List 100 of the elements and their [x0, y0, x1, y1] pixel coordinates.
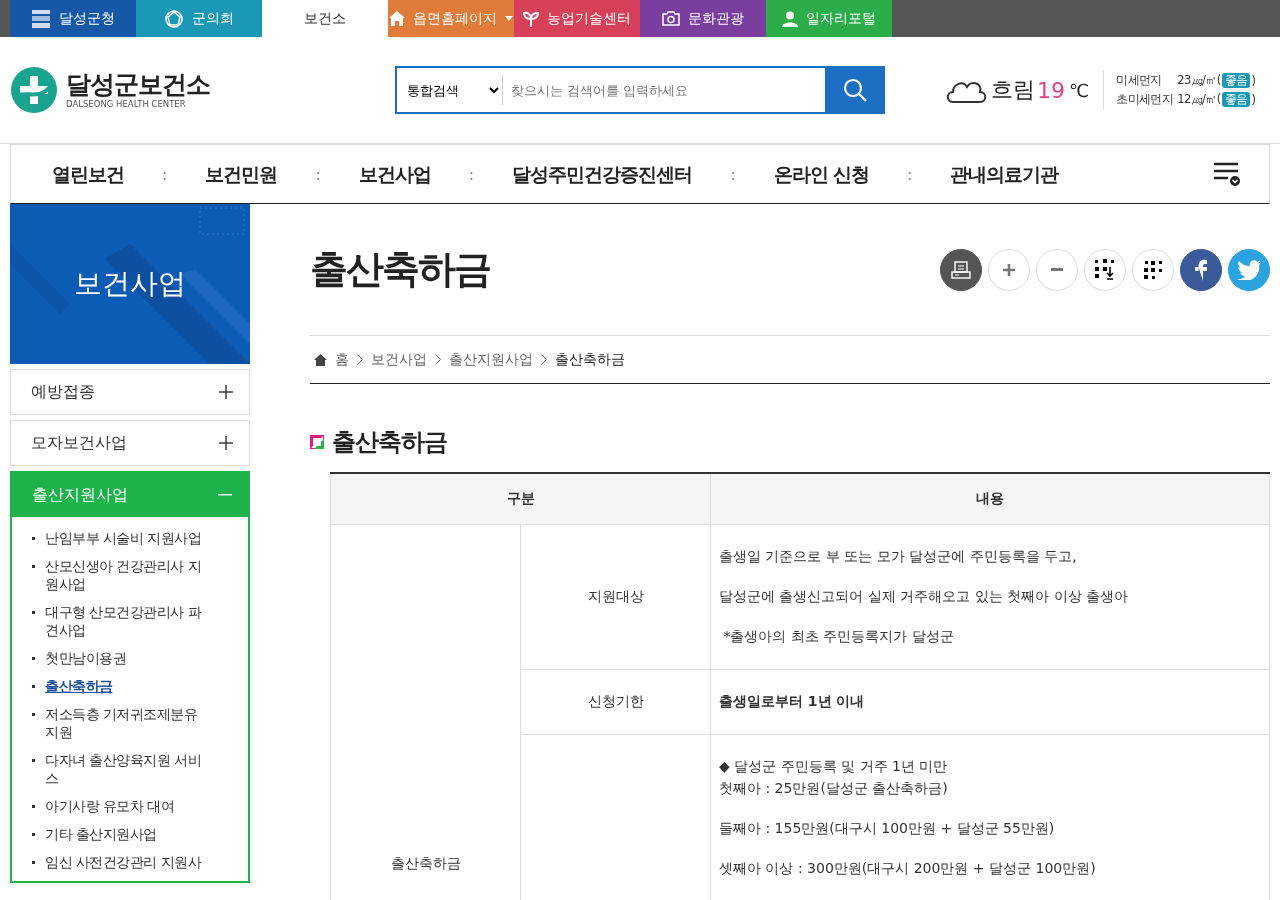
- section-title: 출산축하금: [332, 427, 447, 458]
- menu-icon: [1213, 161, 1241, 187]
- breadcrumb-link[interactable]: 출산지원사업: [449, 350, 533, 369]
- search-button[interactable]: [825, 66, 885, 114]
- sidebar-title: 보건사업: [74, 266, 186, 302]
- section-marker-icon: [310, 435, 324, 449]
- dust-paren: ): [1251, 92, 1256, 107]
- submenu-link[interactable]: 기타 출산지원사업: [45, 825, 205, 843]
- dust-grade-badge: 좋음: [1221, 73, 1251, 88]
- breadcrumb-link[interactable]: 홈: [335, 350, 349, 369]
- bullet-icon: [32, 611, 35, 614]
- nav-link[interactable]: 열린보건: [52, 161, 124, 187]
- dust-reading: 12㎍/㎥(: [1177, 92, 1221, 107]
- submenu-link[interactable]: 임신 사전건강관리 지원사: [45, 853, 205, 871]
- table-cell-text: 출생일로부터 1년 이내: [719, 692, 866, 711]
- person-icon: [782, 10, 798, 27]
- home-icon: [389, 11, 405, 26]
- nav-separator: :: [162, 164, 168, 184]
- site-tab-label: 문화관광: [688, 9, 744, 28]
- table-cell-text: 셋째아 이상 : 300만원(대구시 200만원 + 달성군 100만원): [719, 859, 1097, 878]
- submenu-link[interactable]: 첫만남이용권: [45, 649, 205, 667]
- bullet-icon: [32, 805, 35, 808]
- twitter-button[interactable]: [1228, 248, 1270, 291]
- dust-grade-badge: 좋음: [1221, 92, 1251, 107]
- facebook-button[interactable]: [1180, 248, 1222, 291]
- site-tab-label: 보건소: [304, 9, 346, 28]
- chevron-right-icon: [435, 354, 441, 365]
- camera-icon: [662, 11, 680, 26]
- nav-link[interactable]: 보건민원: [205, 161, 278, 187]
- minus-icon: [1051, 268, 1063, 271]
- braille-icon: [1143, 259, 1163, 280]
- plus-icon: [219, 385, 233, 399]
- submenu-link[interactable]: 아기사랑 유모차 대여: [45, 797, 205, 815]
- breadcrumb-link[interactable]: 보건사업: [371, 350, 427, 369]
- submenu-link[interactable]: 저소득층 기저귀조제분유 지원: [45, 705, 205, 741]
- bird-icon: [1237, 259, 1261, 280]
- seal-icon: [164, 8, 184, 29]
- site-tab-label: 농업기술센터: [547, 9, 631, 28]
- sidebar-menu-label: 출산지원사업: [32, 484, 128, 506]
- column-header: 구분: [330, 473, 711, 525]
- table-cell-text: 달성군에 출생신고되어 실제 거주해오고 있는 첫째아 이상 출생아: [719, 587, 1130, 606]
- temperature-unit: ℃: [1069, 79, 1090, 101]
- temperature: 19: [1037, 77, 1065, 103]
- bullet-icon: [32, 657, 35, 660]
- bullet-icon: [32, 759, 35, 762]
- site-tab[interactable]: 농업기술센터: [514, 0, 640, 37]
- minus-icon: [218, 494, 232, 496]
- breadcrumb-link[interactable]: 출산축하금: [555, 350, 625, 369]
- page-title: 출산축하금: [310, 246, 490, 293]
- site-tab[interactable]: 보건소: [262, 0, 388, 37]
- dust-label: 미세먼지: [1116, 73, 1163, 88]
- menu-button[interactable]: [1213, 161, 1241, 187]
- nav-separator: :: [730, 164, 736, 184]
- submenu-link[interactable]: 산모신생아 건강관리사 지원사업: [45, 557, 205, 593]
- weather-condition: 흐림: [991, 76, 1035, 104]
- bullet-icon: [32, 685, 35, 688]
- nav-link[interactable]: 온라인 신청: [773, 161, 869, 187]
- print-button[interactable]: [940, 248, 982, 291]
- submenu-link[interactable]: 대구형 산모건강관리사 파견사업: [45, 603, 205, 639]
- logo-icon: [10, 66, 58, 114]
- table-cell-text: 출생일 기준으로 부 또는 모가 달성군에 주민등록을 두고,: [719, 547, 1078, 566]
- chevron-right-icon: [357, 354, 363, 365]
- bullet-icon: [32, 713, 35, 716]
- zoom-in-button[interactable]: [988, 248, 1030, 291]
- plus-icon: [1003, 263, 1015, 276]
- nav-link[interactable]: 관내의료기관: [950, 161, 1059, 187]
- sidebar-menu-label: 예방접종: [31, 381, 95, 403]
- table-cell-text: *출생아의 최초 주민등록지가 달성군: [722, 627, 955, 646]
- home-icon: [314, 353, 327, 366]
- sidebar-menu-label: 모자보건사업: [31, 432, 127, 454]
- logo-name: 달성군보건소: [66, 71, 210, 99]
- nav-separator: :: [468, 164, 475, 184]
- nav-link[interactable]: 달성주민건강증진센터: [512, 161, 693, 187]
- bullet-icon: [32, 565, 35, 568]
- plus-icon: [219, 436, 233, 450]
- sprout-icon: [523, 10, 539, 27]
- submenu-link[interactable]: 출산축하금: [45, 677, 205, 695]
- site-tab[interactable]: 달성군청: [10, 0, 136, 37]
- bullet-icon: [32, 537, 35, 540]
- logo-subtitle: DALSEONG HEALTH CENTER: [66, 98, 187, 109]
- braille-download-button[interactable]: [1084, 248, 1126, 291]
- dust-label: 초미세먼지: [1116, 92, 1175, 107]
- site-tab-label: 읍면홈페이지: [413, 9, 497, 28]
- braille-button[interactable]: [1132, 248, 1174, 291]
- facebook-icon: [1195, 258, 1207, 281]
- site-tab-label: 달성군청: [59, 9, 115, 28]
- sidebar-menu-item[interactable]: 모자보건사업: [11, 421, 249, 465]
- submenu-link[interactable]: 다자녀 출산양육지원 서비스: [45, 751, 205, 787]
- table-cell-text: 둘째아 : 155만원(대구시 100만원 + 달성군 55만원): [719, 819, 1056, 838]
- table-cell: 지원대상: [520, 524, 711, 670]
- site-tab[interactable]: 문화관광: [640, 0, 766, 37]
- table-cell: 출산축하금: [330, 524, 521, 900]
- nav-separator: :: [315, 164, 321, 184]
- printer-icon: [951, 259, 971, 280]
- submenu-link[interactable]: 난임부부 시술비 지원사업: [45, 529, 205, 547]
- bullet-icon: [32, 861, 35, 864]
- search-icon: [843, 78, 867, 102]
- dust-paren: ): [1251, 73, 1256, 88]
- sidebar-menu-item[interactable]: 예방접종: [11, 370, 249, 414]
- nav-link[interactable]: 보건사업: [358, 161, 431, 187]
